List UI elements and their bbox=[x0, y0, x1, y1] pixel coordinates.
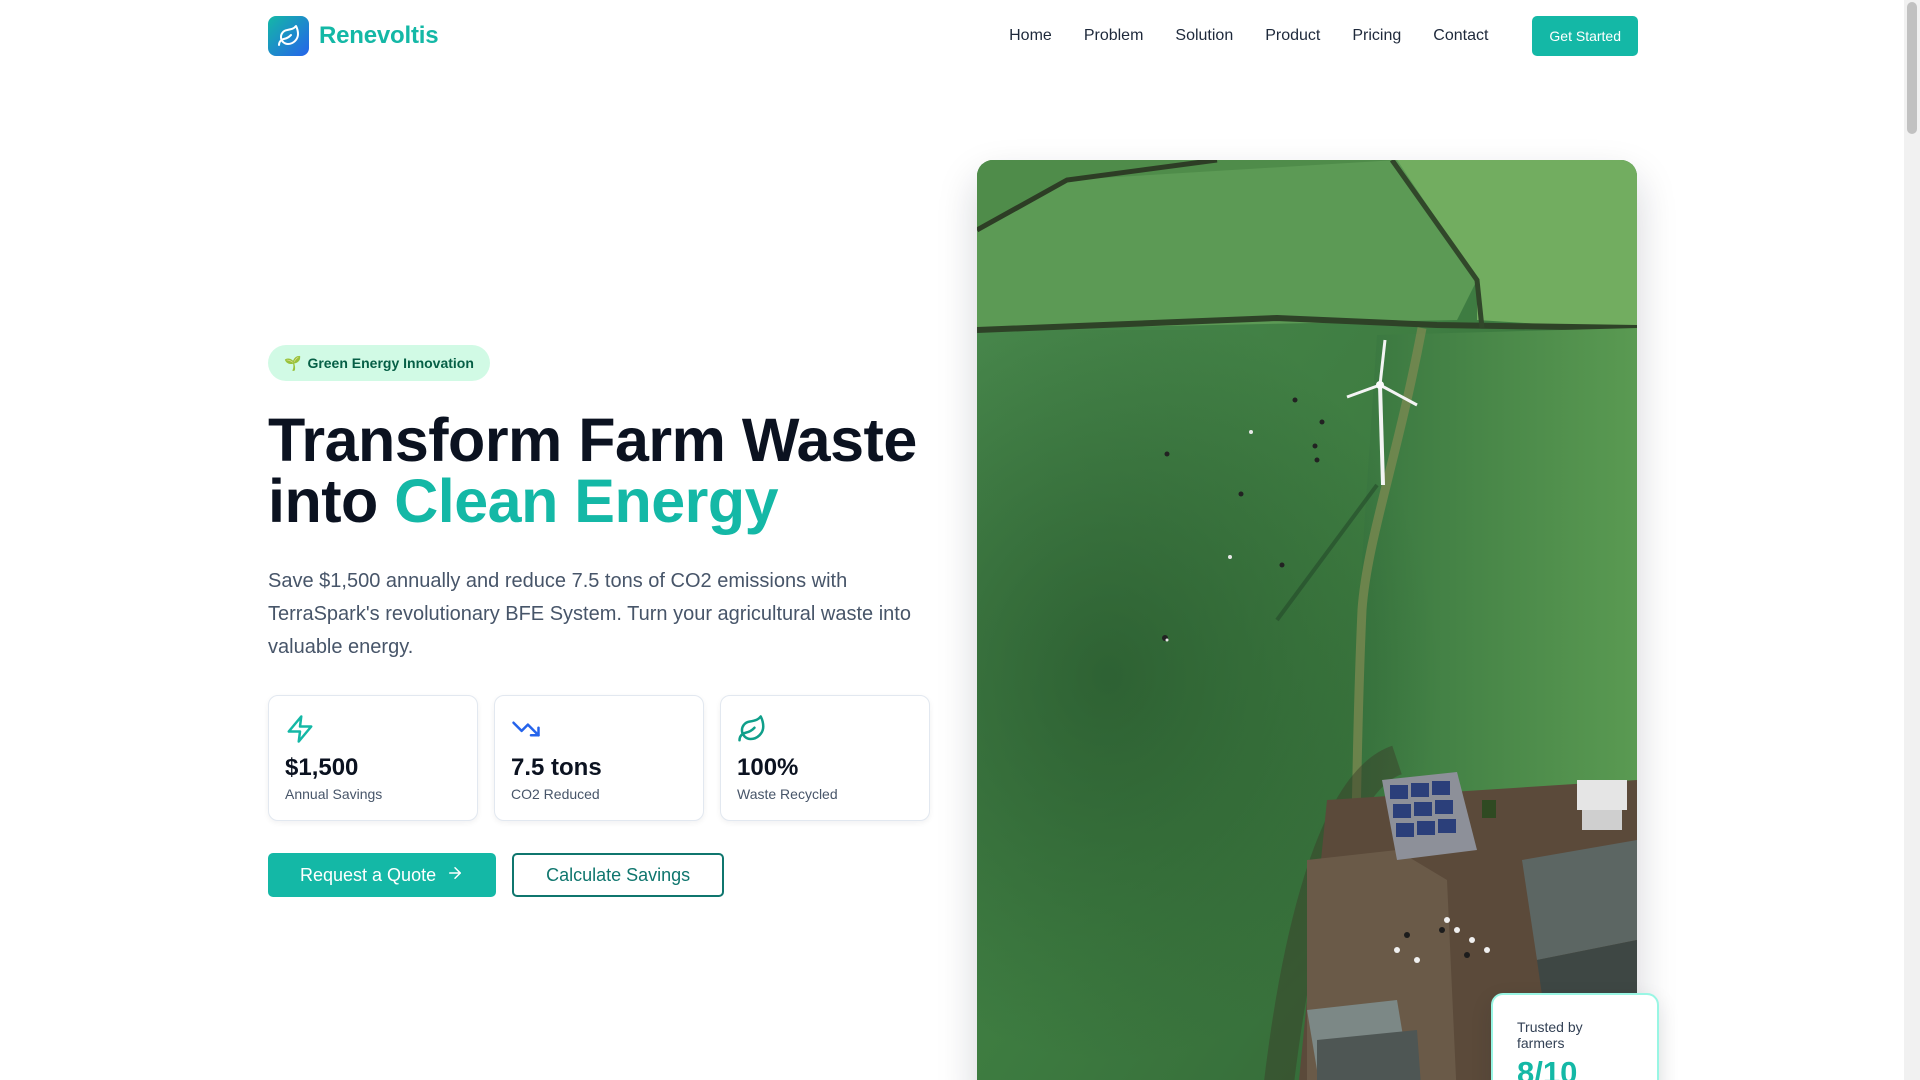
request-quote-button[interactable]: Request a Quote bbox=[268, 853, 497, 897]
hero-actions: Request a Quote Calculate Savings bbox=[268, 853, 725, 897]
landing-page: Renevoltis Home Problem Solution Product… bbox=[0, 0, 1920, 1080]
title-accent: Clean Energy bbox=[394, 467, 779, 535]
stat-label: Annual Savings bbox=[285, 786, 383, 802]
stat-label: CO2 Reduced bbox=[511, 786, 600, 802]
top-navigation: Renevoltis Home Problem Solution Product… bbox=[268, 16, 1638, 56]
nav-link-solution[interactable]: Solution bbox=[1175, 27, 1233, 45]
hero-farm-image bbox=[977, 160, 1637, 1080]
trust-value: 8/10 bbox=[1517, 1055, 1578, 1080]
nav-link-product[interactable]: Product bbox=[1265, 27, 1320, 45]
stats-row: $1,500 Annual Savings 7.5 tons CO2 Reduc… bbox=[268, 695, 930, 821]
nav-menu: Home Problem Solution Product Pricing Co… bbox=[1009, 16, 1638, 56]
lightning-icon bbox=[285, 714, 315, 744]
leaf-icon bbox=[737, 714, 767, 744]
page-scrollbar[interactable] bbox=[1904, 0, 1920, 1080]
stat-card-co2: 7.5 tons CO2 Reduced bbox=[494, 695, 704, 821]
title-line-1: Transform Farm Waste bbox=[268, 406, 917, 474]
arrow-right-icon bbox=[446, 864, 464, 887]
get-started-button[interactable]: Get Started bbox=[1532, 16, 1638, 56]
category-badge: 🌱 Green Energy Innovation bbox=[268, 345, 490, 381]
calculate-savings-button[interactable]: Calculate Savings bbox=[512, 853, 725, 897]
brand-logo[interactable]: Renevoltis bbox=[268, 16, 439, 56]
hero-description: Save $1,500 annually and reduce 7.5 tons… bbox=[268, 570, 911, 658]
stat-label: Waste Recycled bbox=[737, 786, 838, 802]
page-title: Transform Farm Waste into Clean Energy bbox=[268, 410, 968, 532]
brand-name: Renevoltis bbox=[319, 22, 439, 49]
nav-link-contact[interactable]: Contact bbox=[1433, 27, 1488, 45]
stat-value: 7.5 tons bbox=[511, 754, 602, 781]
nav-link-pricing[interactable]: Pricing bbox=[1352, 27, 1401, 45]
badge-label: Green Energy Innovation bbox=[307, 355, 474, 371]
leaf-icon bbox=[268, 16, 309, 56]
scrollbar-thumb[interactable] bbox=[1907, 2, 1917, 134]
seedling-icon: 🌱 bbox=[284, 354, 302, 371]
stat-value: 100% bbox=[737, 754, 799, 781]
request-quote-label: Request a Quote bbox=[300, 864, 437, 885]
stat-card-waste: 100% Waste Recycled bbox=[720, 695, 930, 821]
stat-card-savings: $1,500 Annual Savings bbox=[268, 695, 478, 821]
trust-card: Trusted by farmers 8/10 bbox=[1491, 993, 1659, 1080]
trending-down-icon bbox=[511, 714, 541, 744]
nav-link-problem[interactable]: Problem bbox=[1084, 27, 1144, 45]
trust-label: Trusted by farmers bbox=[1517, 1019, 1583, 1051]
stat-value: $1,500 bbox=[285, 754, 359, 781]
nav-link-home[interactable]: Home bbox=[1009, 27, 1052, 45]
title-line-2-prefix: into bbox=[268, 467, 395, 535]
